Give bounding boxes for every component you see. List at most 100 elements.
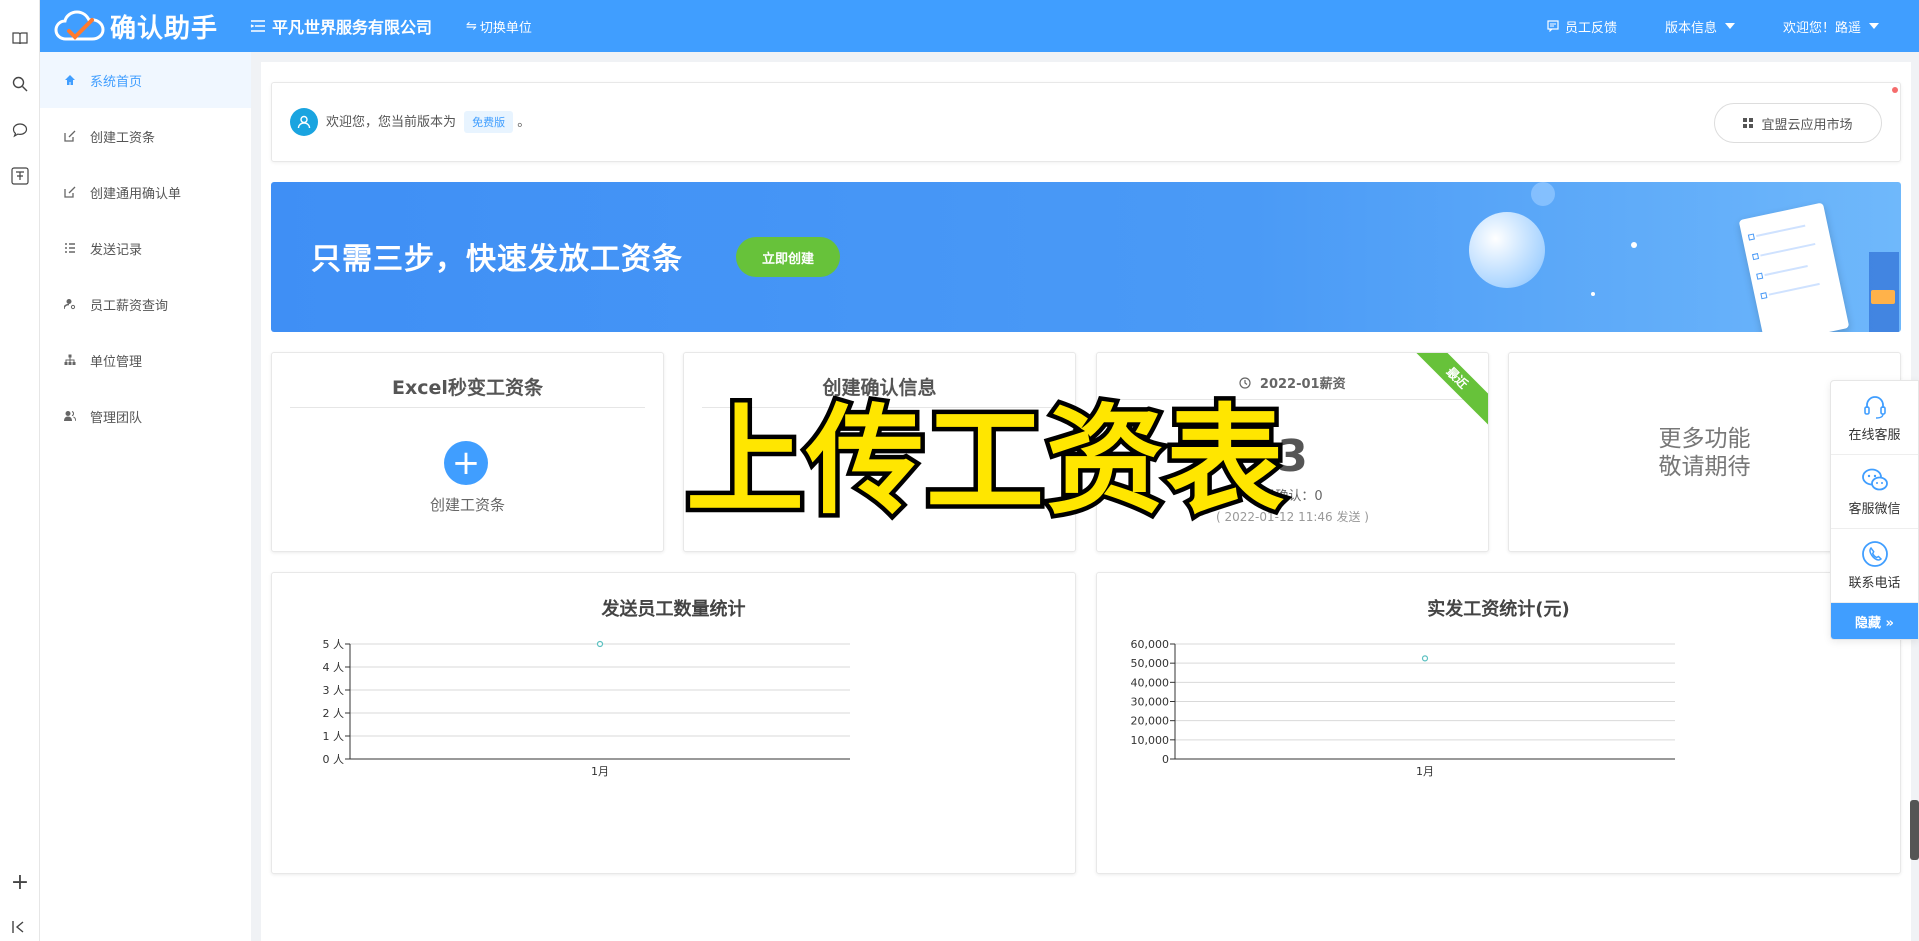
x-tick-label: 1月 bbox=[1416, 765, 1434, 778]
user-dropdown[interactable]: 欢迎您！路遥 bbox=[1783, 17, 1879, 36]
edge-scrollbar[interactable] bbox=[1910, 800, 1919, 860]
sidebar-item-label: 管理团队 bbox=[90, 410, 143, 426]
sidebar-item-label: 单位管理 bbox=[90, 354, 143, 370]
create-payslip-link[interactable]: 创建工资条 bbox=[272, 494, 663, 515]
browser-side-strip: + bbox=[0, 0, 40, 941]
employee-count-chart: 发送员工数量统计 0 人1 人2 人3 人4 人5 人 1月 bbox=[271, 572, 1076, 874]
decor-bubble bbox=[1469, 212, 1545, 288]
y-tick-label: 30,000 bbox=[1131, 696, 1170, 709]
sidebar-item-label: 创建工资条 bbox=[90, 130, 156, 146]
hide-panel-button[interactable]: 隐藏 » bbox=[1831, 603, 1918, 639]
y-tick-label: 20,000 bbox=[1131, 715, 1170, 728]
data-point bbox=[596, 640, 604, 648]
support-float-panel: 在线客服 客服微信 联系电话 隐藏 » bbox=[1830, 380, 1919, 640]
list-icon bbox=[62, 240, 78, 256]
decor-bubble bbox=[1531, 182, 1555, 206]
headset-icon bbox=[1863, 396, 1886, 419]
edit-icon bbox=[62, 184, 78, 200]
chat-icon[interactable] bbox=[8, 118, 32, 142]
payslip-illustration bbox=[1738, 202, 1850, 332]
welcome-message: 欢迎您，您当前版本为 bbox=[326, 115, 457, 130]
salary-period: 2022-01薪资 bbox=[1097, 373, 1488, 392]
welcome-text: 欢迎您，您当前版本为 免费版 。 bbox=[326, 111, 530, 133]
switch-unit-button[interactable]: ⇋ 切换单位 bbox=[466, 17, 532, 36]
translate-icon[interactable] bbox=[8, 164, 32, 188]
chevron-down-icon bbox=[1724, 23, 1735, 29]
salary-period-label: 2022-01薪资 bbox=[1259, 377, 1346, 392]
welcome-suffix: 。 bbox=[517, 115, 531, 130]
wechat-service-label: 客服微信 bbox=[1848, 502, 1901, 517]
employee-count-chart-svg: 0 人 1 人 2 人 3 人 4 人 5 人 1月 bbox=[323, 638, 850, 778]
wechat-icon bbox=[1861, 468, 1888, 491]
team-icon bbox=[62, 408, 78, 424]
salary-total-chart-svg: 0 10,000 20,000 30,000 40,000 50,000 60,000 1月 bbox=[1131, 638, 1675, 778]
search-icon[interactable] bbox=[8, 72, 32, 96]
top-bar: 确认助手 平凡世界服务有限公司 ⇋ 切换单位 员工反馈 版本信息 欢迎您！路遥 bbox=[40, 0, 1919, 52]
sidebar-item-team-management[interactable]: 管理团队 bbox=[40, 388, 251, 444]
gift-icon bbox=[1871, 290, 1895, 304]
version-badge: 免费版 bbox=[464, 111, 514, 133]
switch-icon: ⇋ bbox=[466, 18, 477, 34]
online-service-label: 在线客服 bbox=[1848, 428, 1901, 443]
wechat-service-button[interactable]: 客服微信 bbox=[1831, 455, 1918, 529]
sidebar-item-create-payslip[interactable]: 创建工资条 bbox=[40, 108, 251, 164]
x-tick-label: 1月 bbox=[591, 765, 609, 778]
notification-dot bbox=[1892, 87, 1898, 93]
sidebar-item-label: 发送记录 bbox=[90, 242, 143, 258]
feedback-label: 员工反馈 bbox=[1564, 20, 1617, 36]
overlay-caption: 上传工资表 bbox=[681, 392, 1288, 530]
menu-icon bbox=[250, 20, 265, 32]
edit-icon bbox=[62, 128, 78, 144]
clock-icon bbox=[1239, 377, 1251, 389]
sidebar-item-label: 系统首页 bbox=[90, 74, 143, 90]
y-tick-label: 40,000 bbox=[1131, 676, 1170, 689]
welcome-panel: 欢迎您，您当前版本为 免费版 。 宜盟云应用市场 bbox=[271, 82, 1901, 162]
card-title: Excel秒变工资条 bbox=[392, 377, 543, 399]
app-logo-text: 确认助手 bbox=[110, 13, 219, 44]
collapse-icon[interactable] bbox=[8, 915, 32, 939]
decor-dot bbox=[1591, 292, 1595, 296]
sidebar-item-salary-query[interactable]: 员工薪资查询 bbox=[40, 276, 251, 332]
y-tick-label: 4 人 bbox=[323, 661, 345, 674]
book-icon[interactable] bbox=[8, 26, 32, 50]
sidebar-item-send-records[interactable]: 发送记录 bbox=[40, 220, 251, 276]
y-tick-label: 10,000 bbox=[1131, 734, 1170, 747]
y-tick-label: 0 人 bbox=[323, 753, 345, 766]
sidebar-item-home[interactable]: 系统首页 bbox=[40, 52, 251, 108]
home-icon bbox=[62, 72, 78, 88]
user-search-icon bbox=[62, 296, 78, 312]
company-switcher[interactable]: 平凡世界服务有限公司 bbox=[250, 14, 432, 38]
data-point bbox=[1421, 655, 1429, 662]
version-label: 版本信息 bbox=[1664, 20, 1717, 36]
feedback-icon bbox=[1547, 20, 1559, 32]
sidebar-item-create-confirmation[interactable]: 创建通用确认单 bbox=[40, 164, 251, 220]
phone-icon bbox=[1861, 541, 1888, 567]
online-service-button[interactable]: 在线客服 bbox=[1831, 381, 1918, 455]
user-avatar-icon bbox=[290, 108, 318, 136]
y-tick-label: 0 bbox=[1162, 753, 1169, 766]
add-icon[interactable]: + bbox=[444, 441, 488, 485]
y-tick-label: 2 人 bbox=[323, 707, 345, 720]
feedback-button[interactable]: 员工反馈 bbox=[1547, 17, 1617, 36]
org-icon bbox=[62, 352, 78, 368]
promo-banner: 只需三步，快速发放工资条 立即创建 bbox=[271, 182, 1901, 332]
sidebar-item-label: 员工薪资查询 bbox=[90, 298, 169, 314]
y-tick-label: 50,000 bbox=[1131, 657, 1170, 670]
excel-payslip-card[interactable]: Excel秒变工资条 + 创建工资条 bbox=[271, 352, 664, 552]
switch-unit-label: 切换单位 bbox=[479, 20, 532, 36]
sidebar-item-unit-management[interactable]: 单位管理 bbox=[40, 332, 251, 388]
add-icon[interactable]: + bbox=[8, 870, 32, 895]
contact-phone-label: 联系电话 bbox=[1848, 576, 1901, 591]
contact-phone-button[interactable]: 联系电话 bbox=[1831, 529, 1918, 603]
sidebar: 系统首页 创建工资条 创建通用确认单 发送记录 员工薪资查询 单位管理 管理团队 bbox=[40, 52, 251, 941]
grid-icon bbox=[1743, 118, 1754, 128]
chevron-down-icon bbox=[1869, 23, 1879, 29]
app-logo[interactable]: 确认助手 bbox=[54, 8, 234, 45]
app-market-label: 宜盟云应用市场 bbox=[1761, 117, 1853, 133]
version-dropdown[interactable]: 版本信息 bbox=[1665, 17, 1735, 36]
y-tick-label: 3 人 bbox=[323, 684, 345, 697]
create-now-button[interactable]: 立即创建 bbox=[736, 237, 840, 277]
app-market-button[interactable]: 宜盟云应用市场 bbox=[1714, 103, 1882, 143]
salary-total-chart: 实发工资统计(元) 0 10,000 20,000 30,000 40,000 50,00… bbox=[1096, 572, 1901, 874]
card-divider bbox=[290, 407, 645, 408]
